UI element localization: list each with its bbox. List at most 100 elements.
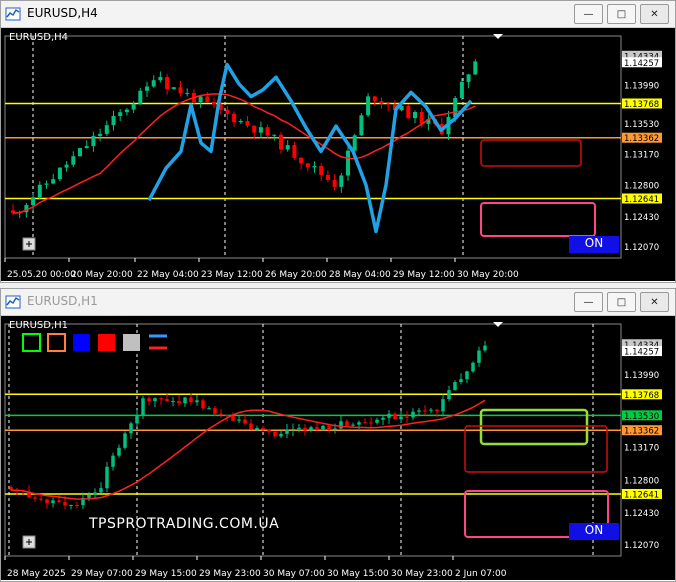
candle-body <box>352 135 357 151</box>
candle-body <box>459 81 464 99</box>
close-button[interactable]: ✕ <box>640 292 669 312</box>
color-swatch <box>123 334 140 351</box>
chart-canvas[interactable]: 1.143341.142571.139901.137681.135301.133… <box>1 316 675 580</box>
on-button[interactable]: ON <box>569 523 619 540</box>
candle-body <box>291 429 295 431</box>
candle-body <box>212 101 216 105</box>
candle-body <box>258 127 263 133</box>
candle-body <box>145 86 149 91</box>
candle-body <box>31 197 36 206</box>
candle-body <box>213 408 217 414</box>
candle-body <box>185 92 190 94</box>
candle-body <box>158 76 163 81</box>
chart-app-icon <box>5 7 21 21</box>
chart-window-h1[interactable]: EURUSD,H1 — □ ✕ 1.14334 1.14257 1.13990 1.1… <box>0 288 676 582</box>
chart-window-h4[interactable]: EURUSD,H4 — □ ✕ 1.143341.142571.139901.1… <box>0 0 676 283</box>
maximize-button[interactable]: □ <box>607 4 636 24</box>
time-axis-label: 2 Jun 07:00 <box>455 569 507 579</box>
candle-body <box>297 427 301 430</box>
candle-body <box>63 502 67 506</box>
candle-body <box>327 425 331 430</box>
time-axis-label: 20 May 20:00 <box>71 270 133 280</box>
title-bar[interactable]: EURUSD,H4 — □ ✕ <box>1 1 675 28</box>
zone-rectangle <box>480 202 596 237</box>
candle-body <box>104 125 109 134</box>
moving-average-line <box>12 93 476 214</box>
price-tag: 1.13768 <box>624 391 659 401</box>
candle-body <box>359 115 364 136</box>
close-icon: ✕ <box>650 296 659 308</box>
candle-body <box>379 101 384 104</box>
candle-body <box>299 157 304 164</box>
candle-body <box>393 413 397 420</box>
time-axis-label: 28 May 2025 <box>7 569 66 579</box>
candle-body <box>312 165 317 168</box>
candle-body <box>406 105 411 119</box>
candle-body <box>99 488 103 493</box>
candle-body <box>111 116 116 126</box>
candle-body <box>333 428 337 430</box>
price-tag: 1.13768 <box>624 100 659 110</box>
candle-body <box>153 398 157 402</box>
candle-body <box>138 90 143 104</box>
candle-body <box>123 433 127 448</box>
candle-body <box>243 419 247 424</box>
candle-body <box>111 455 115 467</box>
candle-body <box>272 134 277 136</box>
candle-body <box>339 175 344 187</box>
candle-body <box>325 174 330 180</box>
candle-body <box>195 400 199 403</box>
color-swatch <box>98 334 115 351</box>
candle-body <box>147 398 151 402</box>
price-axis-label: 1.12070 <box>624 243 659 253</box>
candle-body <box>465 371 469 380</box>
price-tag: 1.13362 <box>624 427 659 437</box>
candle-body <box>279 134 283 150</box>
candle-body <box>369 422 373 424</box>
candle-body <box>232 113 237 123</box>
candle-body <box>459 379 463 383</box>
color-swatch <box>73 334 90 351</box>
candle-body <box>303 427 307 431</box>
candle-body <box>231 415 235 421</box>
price-axis-label: 1.13530 <box>624 120 659 130</box>
maximize-button[interactable]: □ <box>607 292 636 312</box>
time-axis-label: 30 May 20:00 <box>457 270 519 280</box>
candle-body <box>249 423 253 430</box>
price-axis-label: 1.13170 <box>624 444 659 454</box>
color-swatch-outline <box>47 333 66 352</box>
on-button[interactable]: ON <box>569 236 619 253</box>
candle-body <box>51 179 56 184</box>
time-axis-label: 30 May 15:00 <box>327 569 389 579</box>
time-axis-label: 29 May 15:00 <box>135 569 197 579</box>
candle-body <box>51 500 55 504</box>
time-axis-label: 26 May 20:00 <box>265 270 327 280</box>
candle-body <box>366 96 371 116</box>
minimize-button[interactable]: — <box>574 4 603 24</box>
price-axis-label: 1.12430 <box>624 509 659 519</box>
candle-body <box>205 96 210 102</box>
price-chart-h4[interactable]: 1.143341.142571.139901.137681.135301.133… <box>1 28 675 281</box>
time-axis-label: 25.05.20 00:00 <box>7 270 76 280</box>
candle-body <box>429 409 433 411</box>
candle-body <box>447 390 451 400</box>
close-button[interactable]: ✕ <box>640 4 669 24</box>
candle-body <box>255 427 259 430</box>
minimize-button[interactable]: — <box>574 292 603 312</box>
candle-body <box>84 146 89 149</box>
window-title: EURUSD,H1 <box>27 294 98 308</box>
time-axis-label: 30 May 07:00 <box>263 569 325 579</box>
price-chart-h1[interactable]: 1.143341.142571.139901.137681.135301.133… <box>1 316 675 580</box>
price-tag: 1.13362 <box>624 134 659 144</box>
candle-body <box>117 447 121 456</box>
candle-body <box>477 350 481 363</box>
price-tag: 1.14257 <box>624 59 659 69</box>
candle-body <box>75 504 79 506</box>
candle-body <box>178 87 183 94</box>
candle-body <box>381 417 385 420</box>
candle-body <box>292 145 297 158</box>
candle-body <box>37 184 42 198</box>
title-bar[interactable]: EURUSD,H1 — □ ✕ <box>1 289 675 316</box>
candle-body <box>466 74 471 82</box>
candle-body <box>473 61 478 75</box>
